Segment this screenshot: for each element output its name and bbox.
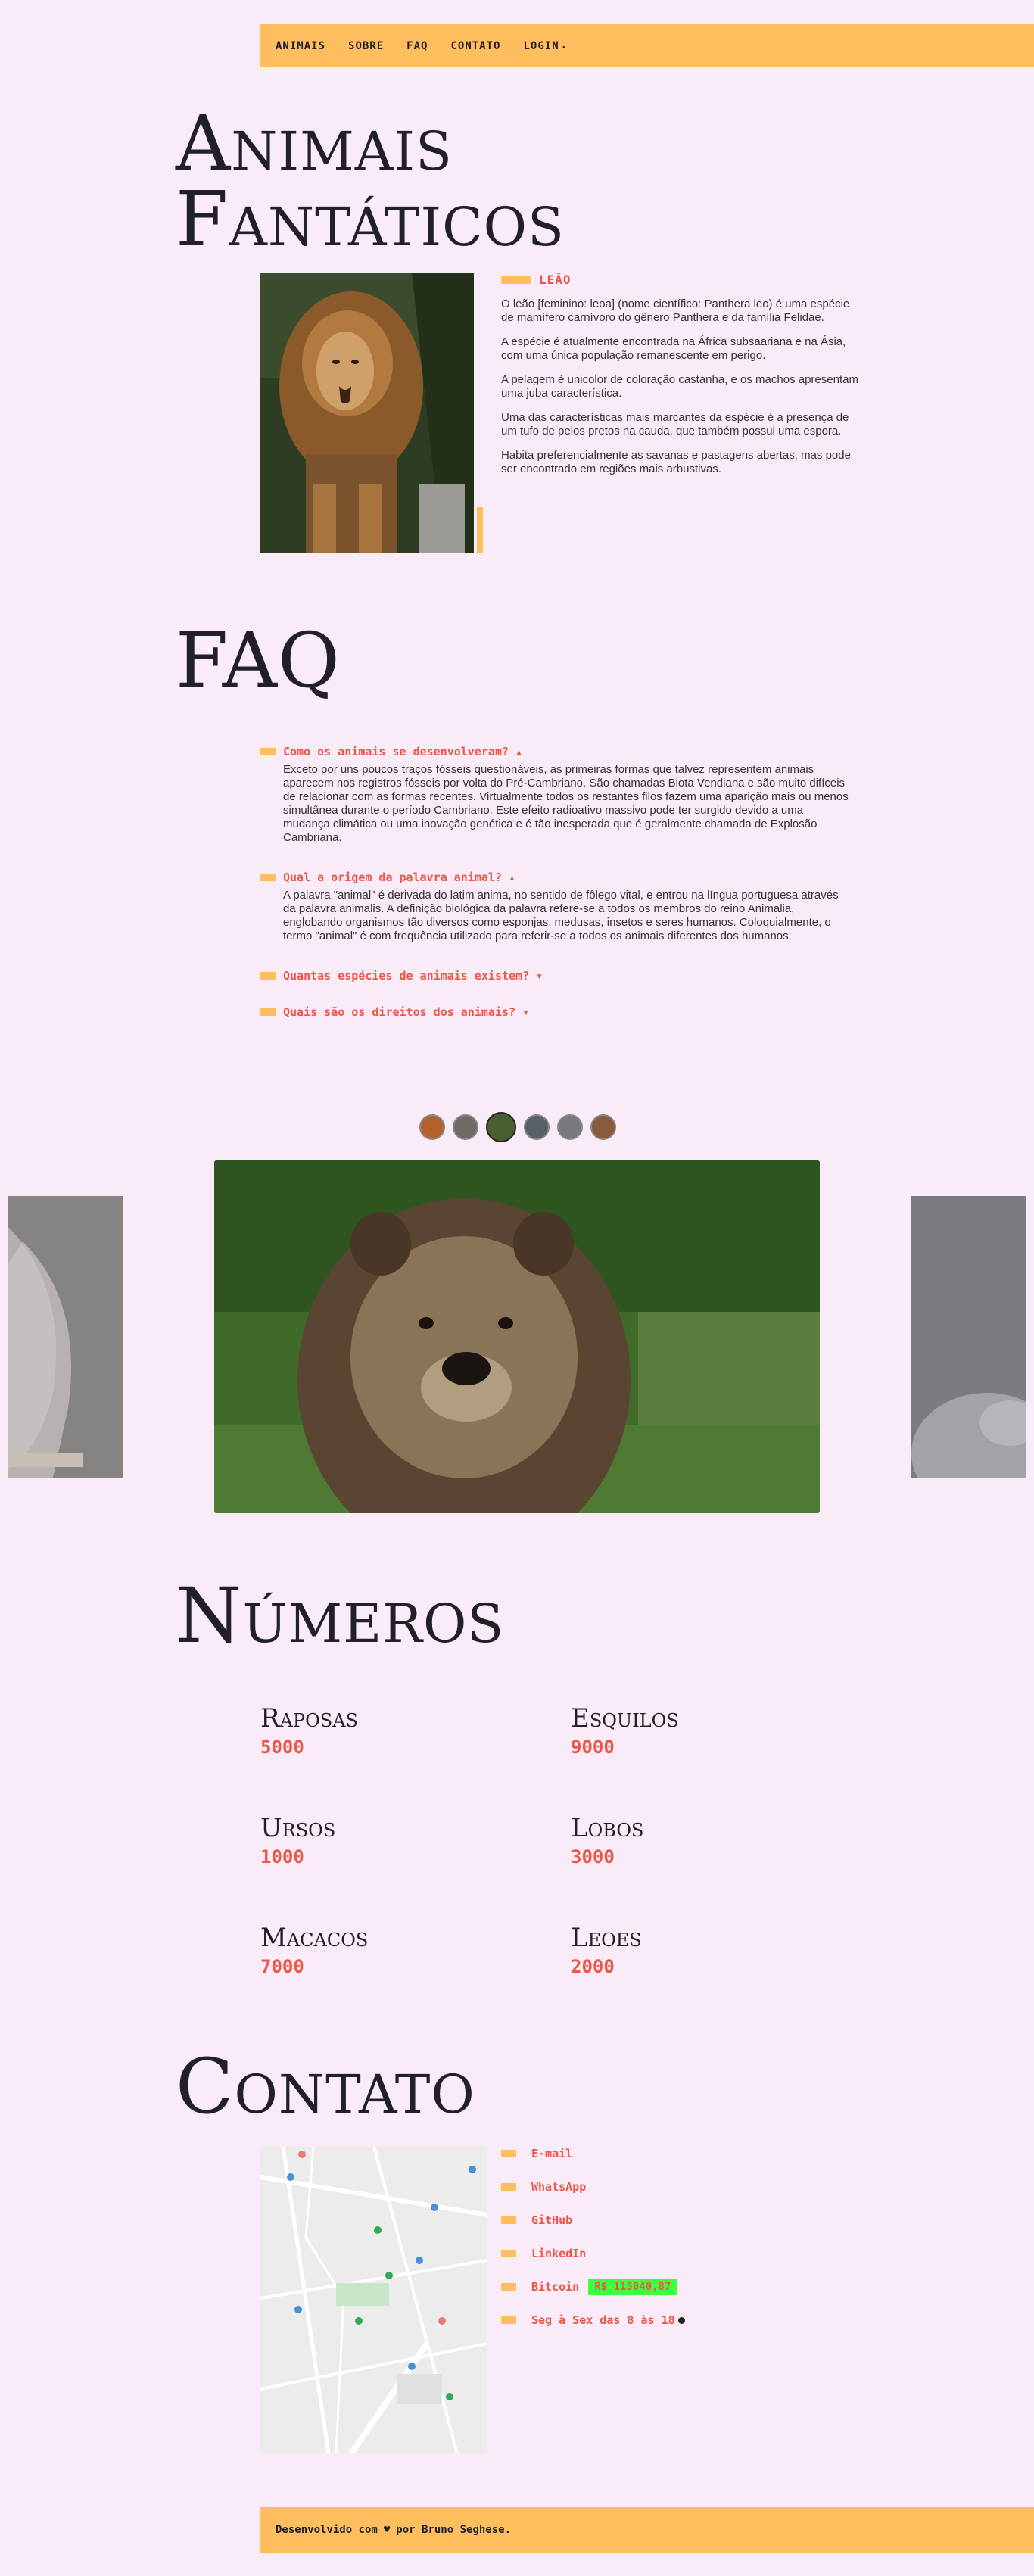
faq-question-text: Quais são os direitos dos animais? ▾ — [283, 1005, 530, 1019]
bitcoin-price-badge: R$ 115040,87 — [588, 2279, 677, 2295]
contact-whatsapp[interactable]: WhatsApp — [501, 2179, 685, 2195]
number-item: Macacos 7000 — [260, 1923, 563, 1977]
triangle-right-icon: ▸ — [562, 42, 568, 51]
faq-item: Como os animais se desenvolveram? ▴ Exce… — [260, 745, 851, 845]
number-value: 1000 — [260, 1846, 304, 1867]
contact-bitcoin[interactable]: Bitcoin R$ 115040,87 — [501, 2279, 685, 2295]
nav-sobre[interactable]: SOBRE — [348, 40, 384, 52]
contact-bar — [501, 2216, 516, 2224]
carousel-thumbnails — [419, 1112, 624, 1142]
thumb-monkey[interactable] — [557, 1114, 583, 1140]
contact-label: Bitcoin — [531, 2280, 580, 2294]
number-label: Leoes — [571, 1923, 642, 1953]
number-label: Raposas — [260, 1703, 358, 1733]
faq-item: Quais são os direitos dos animais? ▾ — [260, 1005, 851, 1019]
numeros-title: Números — [176, 1571, 505, 1660]
nav-contato[interactable]: CONTATO — [450, 40, 500, 52]
thumb-lion[interactable] — [590, 1114, 616, 1140]
carousel-next-slide[interactable] — [911, 1196, 1026, 1478]
faq-item: Qual a origem da palavra animal? ▴ A pal… — [260, 871, 851, 943]
faq-question[interactable]: Qual a origem da palavra animal? ▴ — [260, 871, 851, 884]
contact-github[interactable]: GitHub — [501, 2212, 685, 2229]
animal-name: LEÃO — [539, 273, 572, 287]
nav-faq[interactable]: FAQ — [406, 40, 428, 52]
nav-animais[interactable]: ANIMAIS — [276, 40, 325, 52]
contact-bar — [501, 2316, 516, 2324]
thumb-wolf[interactable] — [524, 1114, 550, 1140]
animais-title-line2: Fantáticos — [176, 175, 565, 263]
thumb-squirrel[interactable] — [453, 1114, 478, 1140]
number-value: 9000 — [571, 1737, 615, 1758]
faq-answer: Exceto por uns poucos traços fósseis que… — [283, 763, 849, 844]
number-label: Esquilos — [571, 1703, 679, 1733]
contact-bar — [501, 2283, 516, 2291]
nav-login-label: LOGIN — [523, 39, 559, 52]
animal-paragraph: Habita preferencialmente as savanas e pa… — [501, 449, 851, 475]
faq-answer: A palavra "animal" é derivada do latim a… — [283, 889, 839, 942]
faq-question-text: Quantas espécies de animais existem? ▾ — [283, 969, 543, 983]
faq-question[interactable]: Quantas espécies de animais existem? ▾ — [260, 969, 851, 983]
faq-bar — [260, 874, 276, 881]
animais-title: Animais Fantáticos — [176, 106, 565, 257]
number-value: 7000 — [260, 1956, 304, 1977]
contact-bar — [501, 2250, 516, 2257]
number-item: Lobos 3000 — [571, 1813, 874, 1867]
footer: Desenvolvido com ♥ por Bruno Seghese. — [260, 2507, 1034, 2553]
nav-login[interactable]: LOGIN ▸ — [523, 40, 567, 52]
contato-title: Contato — [176, 2042, 475, 2131]
contact-label: GitHub — [531, 2213, 573, 2227]
faq-bar — [260, 748, 276, 755]
animal-paragraph: O leão [feminino: leoa] (nome científico… — [501, 297, 850, 324]
faq-question[interactable]: Quais são os direitos dos animais? ▾ — [260, 1005, 851, 1019]
contact-bar — [501, 2183, 516, 2191]
contact-linkedin[interactable]: LinkedIn — [501, 2245, 685, 2262]
number-label: Ursos — [260, 1813, 336, 1843]
contact-bar — [501, 2150, 516, 2157]
number-value: 3000 — [571, 1846, 615, 1867]
faq-question[interactable]: Como os animais se desenvolveram? ▴ — [260, 745, 851, 758]
tag-bar — [501, 276, 531, 284]
contact-label: WhatsApp — [531, 2180, 587, 2194]
scroll-indicator[interactable] — [477, 507, 483, 553]
contact-label: Seg à Sex das 8 às 18 — [531, 2313, 675, 2327]
top-nav: ANIMAIS SOBRE FAQ CONTATO LOGIN ▸ — [260, 24, 1034, 67]
faq-bar — [260, 1008, 276, 1016]
thumb-fox[interactable] — [419, 1114, 445, 1140]
contact-list: E-mail WhatsApp GitHub LinkedIn Bitcoin … — [501, 2145, 685, 2345]
number-label: Macacos — [260, 1923, 369, 1953]
contact-label: LinkedIn — [531, 2247, 587, 2260]
location-map[interactable] — [260, 2147, 487, 2453]
faq-question-text: Qual a origem da palavra animal? ▴ — [283, 871, 516, 884]
contact-label: E-mail — [531, 2147, 573, 2160]
number-item: Esquilos 9000 — [571, 1703, 874, 1758]
animal-tag: LEÃO — [501, 273, 858, 287]
number-value: 5000 — [260, 1737, 304, 1758]
animal-paragraph: Uma das características mais marcantes d… — [501, 411, 849, 438]
number-label: Lobos — [571, 1813, 644, 1843]
thumb-bear[interactable] — [486, 1112, 516, 1142]
faq-title: FAQ — [176, 616, 341, 705]
footer-prefix: Desenvolvido com — [276, 2524, 378, 2536]
number-value: 2000 — [571, 1956, 615, 1977]
contact-email[interactable]: E-mail — [501, 2145, 685, 2162]
faq-item: Quantas espécies de animais existem? ▾ — [260, 969, 851, 983]
heart-icon: ♥ — [383, 2524, 391, 2536]
faq-question-text: Como os animais se desenvolveram? ▴ — [283, 745, 523, 758]
number-item: Raposas 5000 — [260, 1703, 563, 1758]
status-dot-icon — [677, 2316, 685, 2324]
number-item: Ursos 1000 — [260, 1813, 563, 1867]
contact-hours: Seg à Sex das 8 às 18 — [501, 2312, 685, 2328]
faq-bar — [260, 972, 276, 980]
animal-description: LEÃO O leão [feminino: leoa] (nome cient… — [501, 273, 858, 487]
faq-list: Como os animais se desenvolveram? ▴ Exce… — [260, 745, 851, 1039]
number-item: Leoes 2000 — [571, 1923, 874, 1977]
animal-paragraph: A espécie é atualmente encontrada na Áfr… — [501, 335, 846, 362]
carousel-prev-slide[interactable] — [8, 1196, 123, 1478]
carousel-main-slide[interactable] — [214, 1160, 820, 1513]
animal-paragraph: A pelagem é unicolor de coloração castan… — [501, 373, 858, 400]
footer-suffix: por Bruno Seghese. — [396, 2524, 512, 2536]
lion-image[interactable] — [260, 273, 474, 553]
